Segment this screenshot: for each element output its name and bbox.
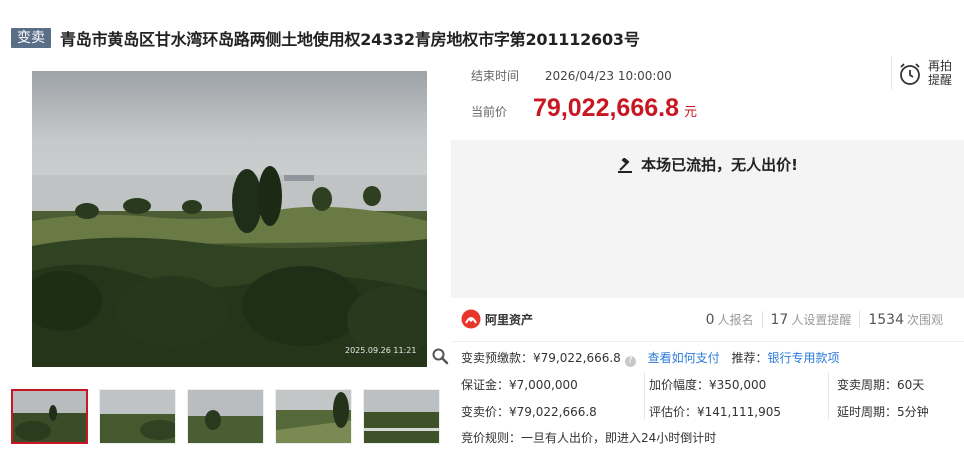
- sale-type-badge: 变卖: [11, 28, 51, 48]
- platform-row: 阿里资产 0 人报名 17 人设置提醒 1534 次围观: [451, 298, 964, 342]
- remind-label-2: 提醒: [928, 73, 953, 87]
- delay-value: 5分钟: [897, 405, 929, 419]
- cycle-cell: 变卖周期：60天: [837, 376, 924, 393]
- how-to-pay-link[interactable]: 查看如何支付: [648, 351, 720, 365]
- cycle-value: 60天: [897, 378, 925, 392]
- platform-logo: 阿里资产: [461, 309, 533, 329]
- remind-label-1: 再拍: [928, 59, 953, 73]
- sale-price-cell: 变卖价：¥79,022,666.8: [461, 403, 597, 420]
- current-price-label: 当前价: [471, 105, 508, 119]
- reminder-count: 17: [770, 312, 789, 328]
- reauction-remind-button[interactable]: 再拍 提醒: [891, 56, 953, 90]
- view-label: 次围观: [906, 313, 943, 327]
- current-price-unit: 元: [684, 105, 698, 120]
- price-box: 结束时间 2026/04/23 10:00:00 再拍 提醒 当前价 79,022…: [451, 56, 964, 140]
- help-icon[interactable]: ?: [624, 356, 636, 367]
- current-price-value: 79,022,666.8: [533, 94, 679, 122]
- appraisal-label: 评估价：: [649, 405, 698, 419]
- deposit-label: 保证金：: [461, 378, 510, 392]
- deposit-cell: 保证金：¥7,000,000: [461, 376, 578, 393]
- signup-count: 0: [705, 312, 715, 328]
- alarm-clock-icon: [900, 63, 920, 85]
- rule-cell: 竞价规则：一旦有人出价，即进入24小时倒计时: [461, 429, 716, 446]
- zoom-icon[interactable]: [431, 347, 449, 365]
- sale-price-label: 变卖价：: [461, 405, 510, 419]
- rule-label: 竞价规则：: [461, 431, 522, 445]
- appraisal-value: ¥141,111,905: [697, 405, 781, 419]
- photo-timestamp: 2025.09.26 11:21: [345, 346, 416, 355]
- gavel-icon: [618, 157, 633, 173]
- signup-label: 人报名: [717, 313, 754, 327]
- page-title: 青岛市黄岛区甘水湾环岛路两侧土地使用权24332青房地权市字第201112603…: [60, 30, 640, 49]
- appraisal-cell: 评估价：¥141,111,905: [649, 403, 781, 420]
- delay-label: 延时周期：: [837, 405, 898, 419]
- bank-loan-link[interactable]: 银行专用款项: [768, 351, 840, 365]
- divider: [828, 372, 829, 420]
- thumbnail-3[interactable]: [187, 389, 265, 444]
- divider: [644, 372, 645, 420]
- prepay-row: 变卖预缴款：¥79,022,666.8? 查看如何支付 推荐：银行专用款项: [461, 349, 840, 367]
- main-photo[interactable]: 2025.09.26 11:21: [11, 71, 450, 367]
- cycle-label: 变卖周期：: [837, 378, 898, 392]
- thumbnail-strip: [11, 389, 451, 445]
- thumbnail-2[interactable]: [99, 389, 177, 444]
- end-time-label: 结束时间: [471, 69, 520, 83]
- end-time-row: 结束时间 2026/04/23 10:00:00: [471, 67, 672, 84]
- current-price-row: 当前价 79,022,666.8 元: [471, 94, 697, 123]
- landscape-photo: 2025.09.26 11:21: [32, 71, 427, 367]
- auction-panel: 结束时间 2026/04/23 10:00:00 再拍 提醒 当前价 79,022…: [451, 56, 964, 342]
- increment-cell: 加价幅度：¥350,000: [649, 376, 766, 393]
- auction-stats: 0 人报名 17 人设置提醒 1534 次围观: [698, 311, 951, 328]
- thumbnail-1[interactable]: [11, 389, 89, 444]
- auction-status-box: 本场已流拍，无人出价!: [451, 140, 964, 298]
- view-count: 1534: [868, 312, 904, 328]
- sale-price-value: ¥79,022,666.8: [509, 405, 597, 419]
- deposit-value: ¥7,000,000: [509, 378, 578, 392]
- reminder-label: 人设置提醒: [791, 313, 852, 327]
- thumbnail-5[interactable]: [363, 389, 440, 444]
- platform-name: 阿里资产: [485, 312, 534, 327]
- prepay-label: 变卖预缴款：: [461, 351, 534, 365]
- increment-value: ¥350,000: [709, 378, 767, 392]
- ali-assets-logo-icon: [461, 309, 481, 329]
- end-time-value: 2026/04/23 10:00:00: [544, 69, 672, 83]
- delay-cell: 延时周期：5分钟: [837, 403, 929, 420]
- auction-status-text: 本场已流拍，无人出价!: [641, 156, 798, 174]
- rule-value: 一旦有人出价，即进入24小时倒计时: [521, 431, 717, 445]
- prepay-value: ¥79,022,666.8: [533, 351, 621, 365]
- increment-label: 加价幅度：: [649, 378, 710, 392]
- recommend-label: 推荐：: [731, 351, 768, 365]
- title-row: 变卖 青岛市黄岛区甘水湾环岛路两侧土地使用权24332青房地权市字第201112…: [11, 27, 951, 49]
- thumbnail-4[interactable]: [275, 389, 352, 444]
